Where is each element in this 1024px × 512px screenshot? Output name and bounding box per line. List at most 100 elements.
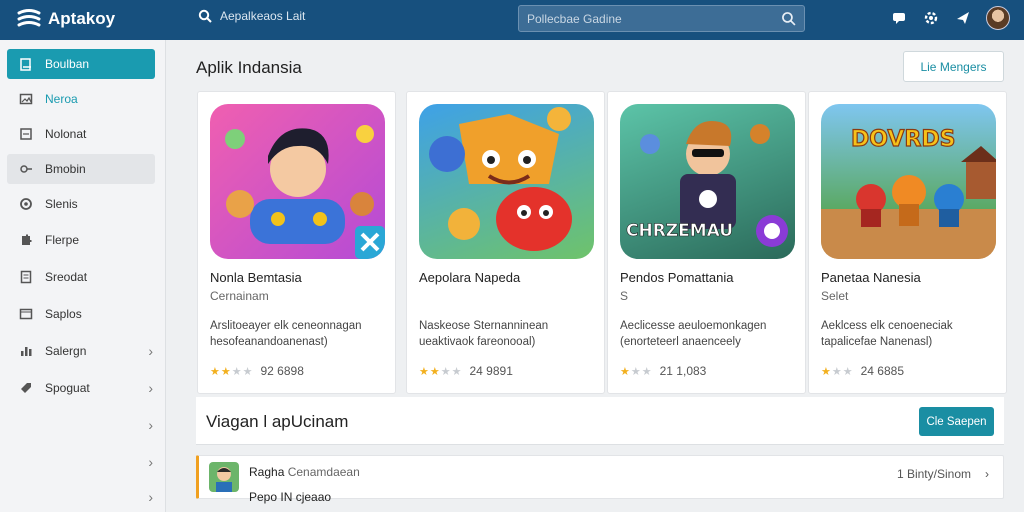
app-card-art-text: CHRZEMAU (626, 221, 733, 241)
section-header: Viagan l apUcinam (196, 397, 1004, 445)
star-rating: ★ ★ ★ (821, 365, 853, 378)
star-icon: ★ (641, 365, 652, 378)
sidebar-item-saplos[interactable]: Saplos (7, 299, 155, 329)
app-card[interactable]: Nonla Bemtasia Cernainam Arslitoeayer el… (197, 91, 396, 394)
sidebar-item-salergn[interactable]: Salergn › (7, 336, 155, 366)
list-item[interactable]: Ragha Cenamdaean Pepo IN cjeaao 1 Binty/… (196, 455, 1004, 504)
chevron-right-icon[interactable]: › (148, 417, 153, 433)
top-bar: Aptakoy Aepalkeaos Lait (0, 0, 1024, 40)
chat-icon[interactable] (890, 9, 908, 27)
app-card-description: Aeklcess elk cenoeneciak tapalicefae Nan… (821, 320, 953, 348)
image-icon (19, 93, 33, 105)
star-icon: ★ (220, 365, 231, 378)
app-card-image (210, 104, 385, 259)
star-icon: ★ (429, 365, 440, 378)
list-item-name: Ragha (249, 465, 285, 479)
sidebar-item-label: Bmobin (45, 162, 86, 176)
list-item-title: Ragha Cenamdaean (249, 465, 360, 479)
app-card[interactable]: Aepolara Napeda Naskeose Sternanninean u… (406, 91, 605, 394)
section-title: Aplik Indansia (196, 58, 302, 77)
chevron-right-icon[interactable]: › (148, 380, 153, 396)
star-icon: ★ (451, 365, 462, 378)
sidebar-item-bmobin[interactable]: Bmobin (7, 154, 155, 184)
sidebar-item-label: Salergn (45, 344, 87, 358)
sidebar-item-label: Spoguat (45, 381, 90, 395)
sidebar-item-sreodat[interactable]: Sreodat (7, 262, 155, 292)
header-search-label: Aepalkeaos Lait (220, 9, 306, 23)
avatar[interactable] (986, 6, 1010, 30)
sidebar: Boulban Neroa Nolonat Bmobin Slenis Fler… (0, 40, 166, 512)
search-input[interactable] (527, 11, 781, 26)
header-actions (890, 6, 1010, 30)
star-icon: ★ (821, 365, 831, 378)
sidebar-item-nolonat[interactable]: Nolonat (7, 119, 155, 149)
app-card-image: CHRZEMAU (620, 104, 795, 259)
star-icon: ★ (231, 365, 242, 378)
star-icon: ★ (842, 365, 853, 378)
search-bar[interactable] (518, 5, 805, 32)
list-item-meta: 1 Binty/Sinom › (897, 467, 989, 481)
app-card-description: Arslitoeayer elk ceneonnagan hesofeanand… (210, 320, 362, 348)
puzzle-icon (22, 234, 32, 245)
sidebar-item-flerpe[interactable]: Flerpe (7, 225, 155, 255)
chevron-right-icon[interactable]: › (148, 343, 153, 359)
app-card-description: Aeclicesse aeuloemonkagen (enorteteerl a… (620, 320, 767, 348)
app-card-rating: ★ ★ ★ 24 6885 (821, 364, 904, 378)
app-logo[interactable]: Aptakoy (16, 6, 115, 32)
chevron-right-icon[interactable]: › (985, 467, 989, 481)
chart-icon (21, 347, 32, 356)
app-card-art-text: DOVRDS (851, 127, 955, 152)
app-card-title: Pendos Pomattania (620, 270, 734, 285)
star-icon: ★ (630, 365, 641, 378)
app-card-rating: ★ ★ ★ ★ 92 6898 (210, 364, 304, 378)
star-rating: ★ ★ ★ (620, 365, 652, 378)
rating-text: 24 9891 (469, 364, 513, 378)
circle-icon (20, 198, 32, 210)
app-card-subtitle: Selet (821, 289, 849, 303)
app-card-rating: ★ ★ ★ 21 1,083 (620, 364, 706, 378)
list-item-subtitle: Pepo IN cjeaao (249, 490, 332, 504)
link-icon (20, 165, 32, 173)
star-rating: ★ ★ ★ ★ (210, 365, 253, 378)
app-card-title: Nonla Bemtasia (210, 270, 302, 285)
send-icon[interactable] (954, 9, 972, 27)
sidebar-item-boulban[interactable]: Boulban (7, 49, 155, 79)
rating-text: 24 6885 (860, 364, 905, 378)
chevron-right-icon[interactable]: › (148, 489, 153, 505)
star-icon: ★ (242, 365, 253, 378)
sidebar-item-label: Slenis (45, 197, 78, 211)
sidebar-item-spoguat[interactable]: Spoguat › (7, 373, 155, 403)
sidebar-item-neroa[interactable]: Neroa (7, 84, 155, 114)
see-more-button[interactable]: Lie Mengers (903, 51, 1004, 82)
chevron-right-icon[interactable]: › (148, 454, 153, 470)
star-icon: ★ (440, 365, 451, 378)
avatar (209, 462, 239, 492)
list-item-meta-text: 1 Binty/Sinom (896, 467, 971, 481)
document-icon (20, 270, 32, 284)
star-rating: ★ ★ ★ ★ (419, 365, 462, 378)
sidebar-item-label: Saplos (45, 307, 82, 321)
app-card-subtitle: S (620, 289, 629, 303)
app-card[interactable]: DOVRDS Panetaa Nanesia Selet Aeklcess el… (808, 91, 1007, 394)
star-icon: ★ (620, 365, 630, 378)
star-icon: ★ (210, 365, 220, 378)
section-title: Viagan l apUcinam (206, 412, 349, 431)
app-card[interactable]: CHRZEMAU Pendos Pomattania S Aeclicesse … (607, 91, 806, 394)
rating-text: 92 6898 (260, 364, 304, 378)
see-all-button[interactable]: Cle Saepen (919, 407, 994, 436)
search-icon[interactable] (781, 11, 796, 26)
app-card-title: Panetaa Nanesia (821, 270, 921, 285)
list-item-name-secondary: Cenamdaean (287, 465, 360, 479)
list-icon (20, 128, 32, 140)
sidebar-item-slenis[interactable]: Slenis (7, 189, 155, 219)
sidebar-item-collapsed[interactable]: › (7, 410, 155, 440)
app-card-subtitle: Cernainam (210, 289, 269, 303)
settings-icon[interactable] (922, 9, 940, 27)
header-search-link[interactable]: Aepalkeaos Lait (198, 9, 305, 23)
sidebar-item-collapsed[interactable]: › (7, 447, 155, 477)
app-card-description: Naskeose Sternanninean ueaktivaok fareon… (419, 320, 549, 348)
star-icon: ★ (831, 365, 842, 378)
sidebar-item-collapsed[interactable]: › (7, 482, 155, 512)
sidebar-item-label: Neroa (45, 92, 78, 106)
logo-icon (17, 9, 41, 27)
